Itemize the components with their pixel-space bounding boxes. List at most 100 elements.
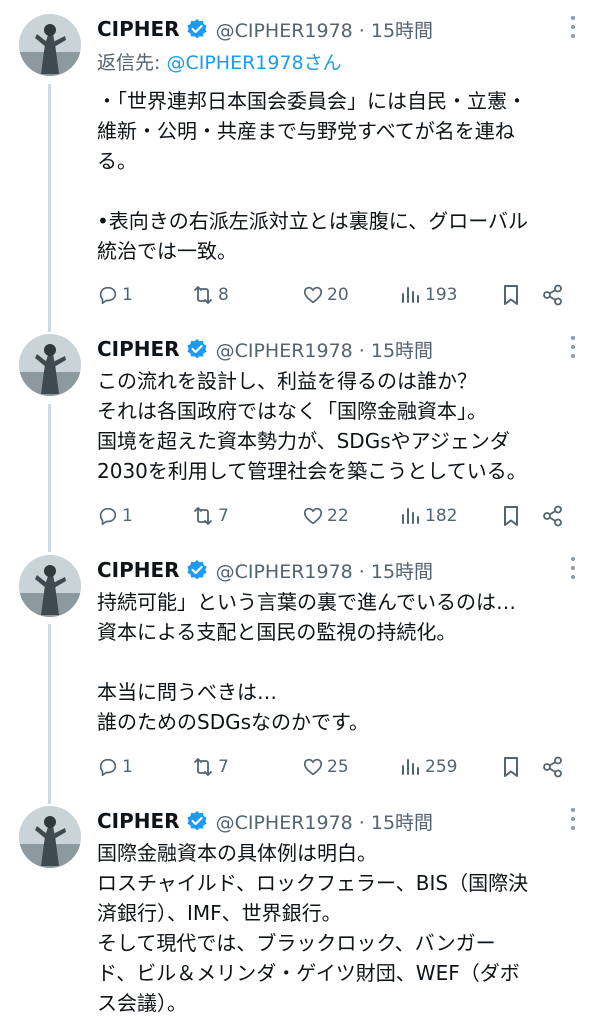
tweet-line: 誰のためのSDGsなのかです。	[97, 710, 370, 734]
handle-time[interactable]: @CIPHER1978 · 15時間	[216, 16, 433, 43]
share-icon	[543, 505, 562, 527]
tweet-line: 国際金融資本の具体例は明白。	[97, 841, 377, 865]
repost-button[interactable]: 7	[191, 502, 229, 530]
view-count: 182	[425, 506, 458, 526]
display-name[interactable]: CIPHER	[97, 337, 180, 361]
verified-badge-icon	[186, 18, 208, 40]
reply-button[interactable]: 1	[97, 502, 133, 530]
more-icon[interactable]	[570, 808, 576, 830]
views-button[interactable]: 259	[400, 753, 457, 781]
reply-icon	[99, 507, 117, 526]
reply-count: 1	[122, 285, 133, 305]
reply-to: 返信先: @CIPHER1978さん	[97, 48, 342, 75]
bookmark-button[interactable]	[501, 502, 521, 530]
repost-button[interactable]: 8	[191, 281, 229, 309]
handle-time[interactable]: @CIPHER1978 · 15時間	[216, 557, 433, 584]
tweet-line: ス会議）。	[97, 991, 187, 1015]
like-button[interactable]: 20	[302, 281, 349, 309]
tweet-line: ・「世界連邦日本国会委員会」には自民・立憲・	[97, 89, 527, 113]
tweet-line: ロスチャイルド、ロックフェラー、BIS（国際決	[97, 871, 529, 895]
views-icon	[402, 759, 419, 775]
repost-icon	[194, 507, 212, 525]
tweet-line: る。	[97, 149, 137, 173]
tweet-line: 維新・公明・共産まで与野党すべてが名を連ね	[97, 119, 515, 143]
reply-icon	[99, 286, 117, 305]
avatar[interactable]	[19, 14, 81, 76]
repost-button[interactable]: 7	[191, 753, 229, 781]
repost-count: 7	[218, 757, 229, 777]
action-bar: 1 7 22 182	[97, 502, 577, 530]
avatar[interactable]	[19, 334, 81, 396]
tweet-line: 済銀行）、IMF、世界銀行。	[97, 901, 342, 925]
tweet-line: この流れを設計し、利益を得るのは誰か？	[97, 369, 477, 393]
verified-badge-icon	[186, 810, 208, 832]
tweet-header: CIPHER @CIPHER1978 · 15時間	[97, 806, 433, 836]
display-name[interactable]: CIPHER	[97, 558, 180, 582]
view-count: 259	[425, 757, 458, 777]
display-name[interactable]: CIPHER	[97, 809, 180, 833]
like-button[interactable]: 22	[302, 502, 349, 530]
display-name[interactable]: CIPHER	[97, 17, 180, 41]
tweet-line: 本当に問うべきは…	[97, 680, 277, 704]
share-button[interactable]	[541, 502, 565, 530]
bookmark-icon	[504, 506, 518, 526]
view-count: 193	[425, 285, 458, 305]
tweet-text: この流れを設計し、利益を得るのは誰か？ それは各国政府ではなく「国際金融資本」。…	[97, 366, 577, 486]
bookmark-button[interactable]	[501, 753, 521, 781]
handle-time[interactable]: @CIPHER1978 · 15時間	[216, 808, 433, 835]
repost-count: 7	[218, 506, 229, 526]
tweet-header: CIPHER @CIPHER1978 · 15時間	[97, 334, 433, 364]
share-button[interactable]	[541, 281, 565, 309]
tweet-text: ・「世界連邦日本国会委員会」には自民・立憲・ 維新・公明・共産まで与野党すべてが…	[97, 86, 577, 266]
views-button[interactable]: 182	[400, 502, 457, 530]
handle-time[interactable]: @CIPHER1978 · 15時間	[216, 336, 433, 363]
more-icon[interactable]	[570, 557, 576, 579]
more-icon[interactable]	[570, 336, 576, 358]
thread: CIPHER @CIPHER1978 · 15時間 返信先: @CIPHER19…	[0, 0, 598, 1024]
tweet-line: 統治では一致。	[97, 239, 237, 263]
reply-label: 返信先:	[97, 52, 167, 74]
tweet[interactable]: CIPHER @CIPHER1978 · 15時間 返信先: @CIPHER19…	[0, 0, 598, 330]
reply-mention[interactable]: @CIPHER1978さん	[166, 52, 341, 74]
repost-icon	[194, 286, 212, 304]
tweet-line: そして現代では、ブラックロック、バンガー	[97, 931, 496, 955]
views-icon	[402, 508, 419, 524]
tweet-header: CIPHER @CIPHER1978 · 15時間	[97, 14, 433, 44]
bookmark-icon	[504, 757, 518, 777]
tweet-line: •表向きの右派左派対立とは裏腹に、グローバル	[97, 209, 528, 233]
tweet[interactable]: CIPHER @CIPHER1978 · 15時間 持続可能」という言葉の裏で進…	[0, 541, 598, 791]
views-button[interactable]: 193	[400, 281, 457, 309]
tweet[interactable]: CIPHER @CIPHER1978 · 15時間 この流れを設計し、利益を得る…	[0, 320, 598, 550]
like-button[interactable]: 25	[302, 753, 349, 781]
heart-icon	[303, 286, 323, 304]
action-bar: 1 8 20 193	[97, 281, 577, 309]
like-count: 20	[327, 285, 349, 305]
heart-icon	[303, 507, 323, 525]
avatar[interactable]	[19, 555, 81, 617]
share-icon	[543, 284, 562, 306]
tweet-text: 持続可能」という言葉の裏で進んでいるのは… 資本による支配と国民の監視の持続化。…	[97, 587, 577, 737]
avatar[interactable]	[19, 806, 81, 868]
tweet-line: 2030を利用して管理社会を築こうとしている。	[97, 459, 527, 483]
verified-badge-icon	[186, 338, 208, 360]
tweet-text: 国際金融資本の具体例は明白。 ロスチャイルド、ロックフェラー、BIS（国際決 済…	[97, 838, 577, 1018]
views-icon	[402, 287, 419, 303]
repost-icon	[194, 758, 212, 776]
repost-count: 8	[218, 285, 229, 305]
tweet-line: 資本による支配と国民の監視の持続化。	[97, 620, 457, 644]
bookmark-icon	[504, 285, 518, 305]
tweet[interactable]: CIPHER @CIPHER1978 · 15時間 国際金融資本の具体例は明白。…	[0, 792, 598, 1024]
bookmark-button[interactable]	[501, 281, 521, 309]
tweet-line: ド、ビル＆メリンダ・ゲイツ財団、WEF（ダボ	[97, 961, 520, 985]
reply-button[interactable]: 1	[97, 281, 133, 309]
more-icon[interactable]	[570, 16, 576, 38]
reply-count: 1	[122, 506, 133, 526]
action-bar: 1 7 25 259	[97, 753, 577, 781]
verified-badge-icon	[186, 559, 208, 581]
like-count: 22	[327, 506, 349, 526]
heart-icon	[303, 758, 323, 776]
reply-button[interactable]: 1	[97, 753, 133, 781]
share-button[interactable]	[541, 753, 565, 781]
